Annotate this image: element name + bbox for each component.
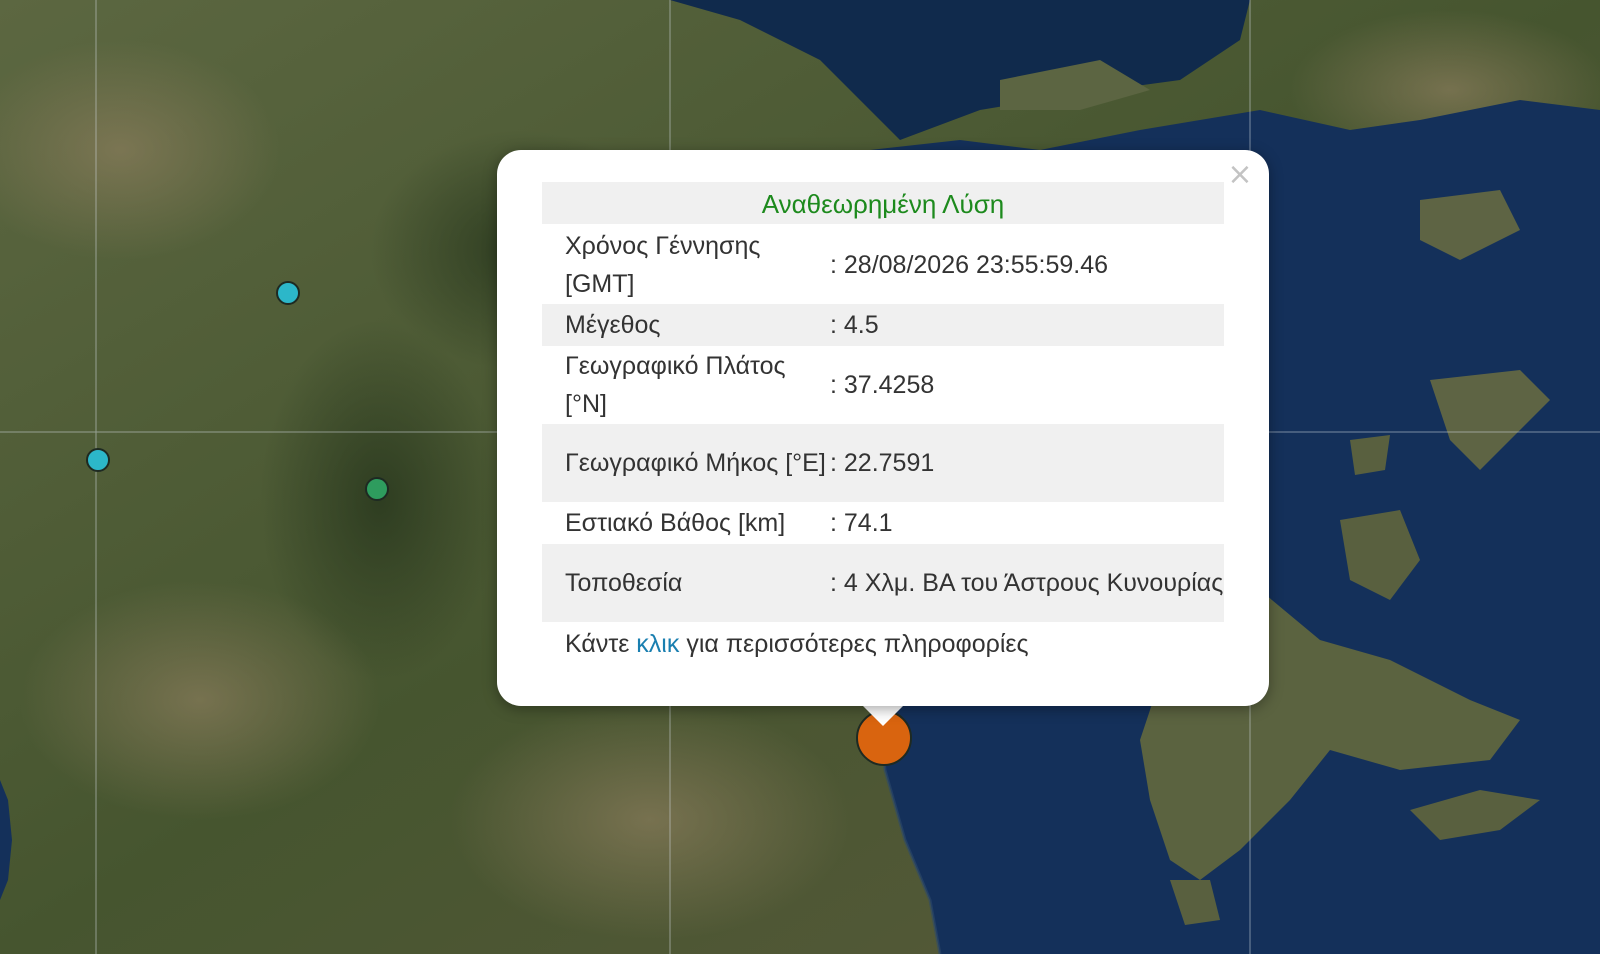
event-info-table: Αναθεωρημένη Λύση Χρόνος Γέννησης [GMT] … [542,182,1224,664]
row-value: : 4.5 [830,311,879,339]
row-value: : 4 Χλμ. ΒΑ του Άστρους Κυνουρίας [830,569,1224,597]
table-row: Μέγεθος : 4.5 [542,304,1224,346]
table-row: Τοποθεσία : 4 Χλμ. ΒΑ του Άστρους Κυνουρ… [542,544,1224,622]
table-row: Εστιακό Βάθος [km] : 74.1 [542,502,1224,544]
event-marker-3[interactable] [365,477,389,501]
row-value: : 37.4258 [830,371,935,399]
island [1350,435,1390,475]
row-value: : 28/08/2026 23:55:59.46 [830,251,1109,279]
event-marker-1[interactable] [276,281,300,305]
event-popup: × Αναθεωρημένη Λύση Χρόνος Γέννησης [GMT… [497,150,1269,706]
popup-tip [861,704,905,726]
row-value: : 74.1 [830,509,893,537]
close-button[interactable]: × [1225,160,1255,190]
footer-suffix: για περισσότερες πληροφορίες [686,630,1029,658]
row-label: Χρόνος Γέννησης [GMT] [565,232,761,298]
row-label: Τοποθεσία [565,569,683,597]
table-row: Γεωγραφικό Πλάτος [°N] : 37.4258 [542,346,1224,424]
row-value: : 22.7591 [830,449,935,477]
row-label: Μέγεθος [565,311,661,339]
row-label: Εστιακό Βάθος [km] [565,509,786,537]
table-row: Χρόνος Γέννησης [GMT] : 28/08/2026 23:55… [542,226,1224,304]
row-label: Γεωγραφικό Πλάτος [°N] [565,352,786,418]
table-row: Γεωγραφικό Μήκος [°E] : 22.7591 [542,424,1224,502]
popup-title: Αναθεωρημένη Λύση [542,182,1224,224]
row-label: Γεωγραφικό Μήκος [°E] [565,449,826,477]
footer-prefix: Κάντε [565,630,630,658]
more-info-line: Κάντε κλικ για περισσότερες πληροφορίες [542,624,1224,664]
event-marker-2[interactable] [86,448,110,472]
more-info-link[interactable]: κλικ [636,630,679,658]
